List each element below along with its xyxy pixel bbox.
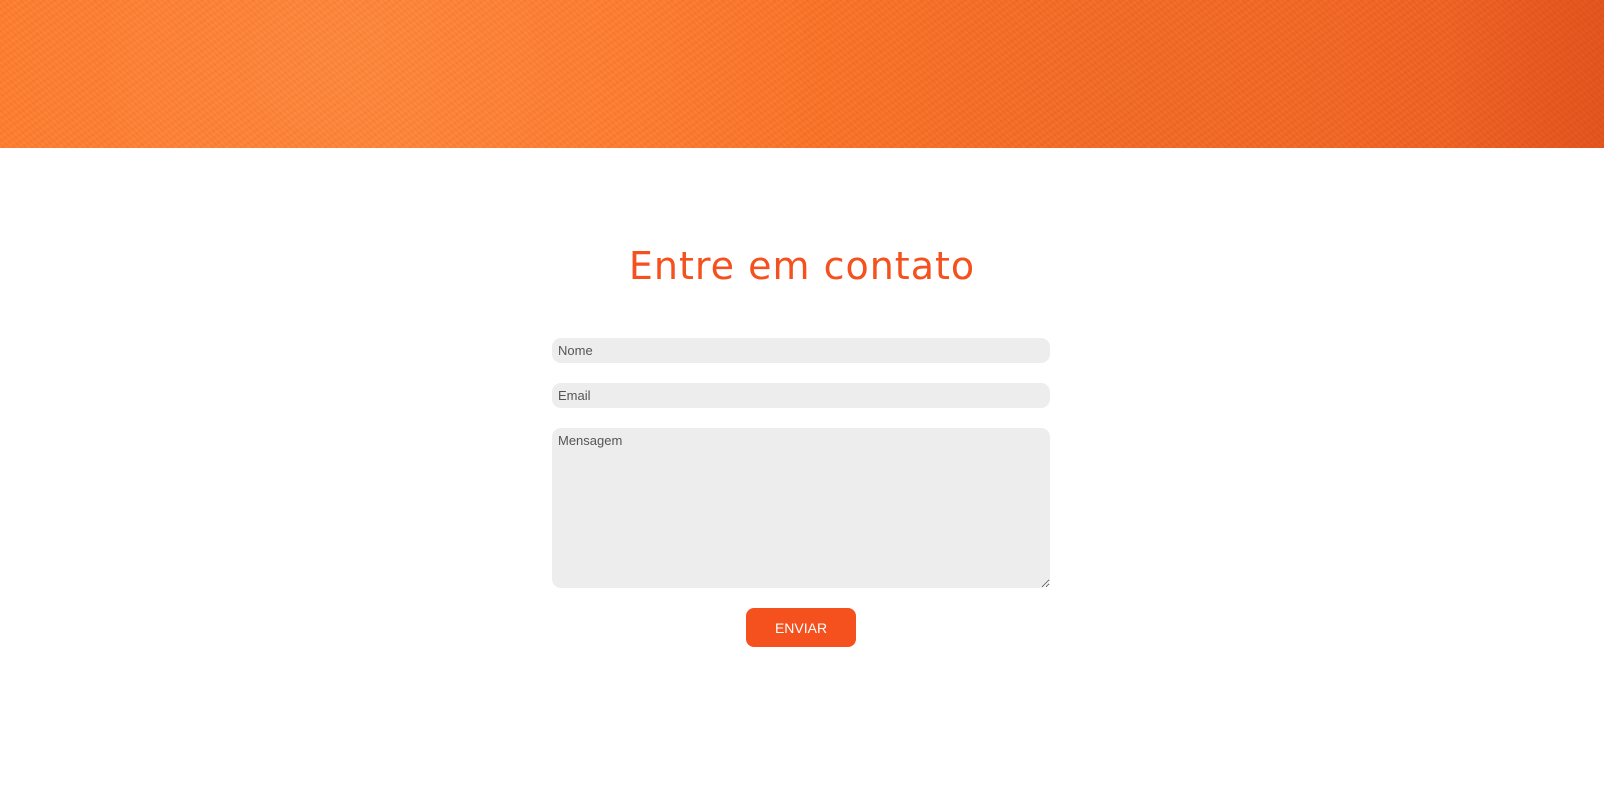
submit-row: ENVIAR [552, 608, 1050, 647]
message-textarea[interactable] [552, 428, 1050, 588]
contact-section: Entre em contato ENVIAR [0, 148, 1604, 806]
contact-form: ENVIAR [552, 338, 1050, 647]
email-input[interactable] [552, 383, 1050, 408]
submit-button[interactable]: ENVIAR [746, 608, 856, 647]
name-input[interactable] [552, 338, 1050, 363]
page-title: Entre em contato [628, 244, 976, 288]
hero-vignette [1444, 0, 1604, 148]
hero-banner [0, 0, 1604, 148]
hero-texture [0, 0, 1604, 148]
